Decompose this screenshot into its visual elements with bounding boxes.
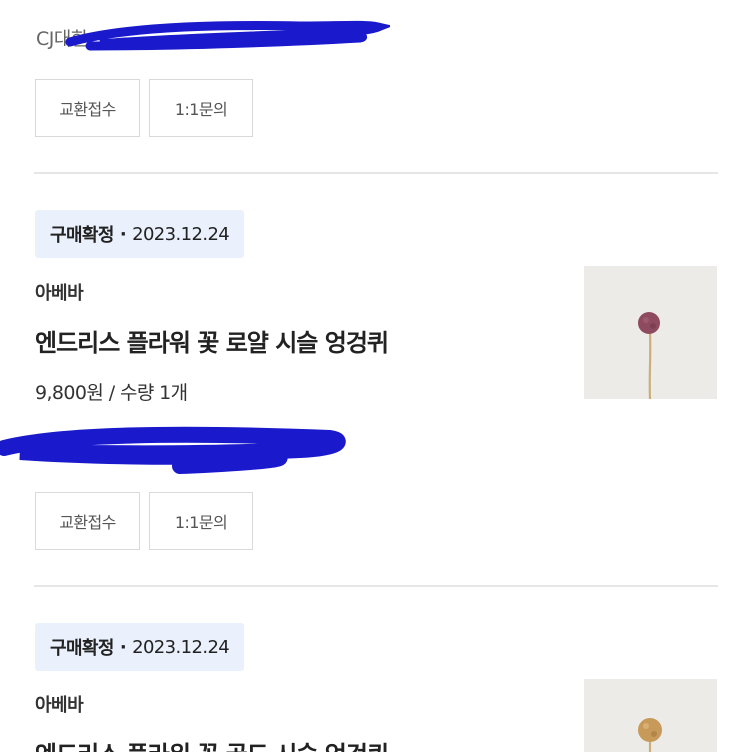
separator: · xyxy=(119,223,127,245)
thistle-flower-image xyxy=(584,679,717,752)
order-status-badge: 구매확정 · 2023.12.24 xyxy=(35,210,245,258)
redaction-scribble xyxy=(0,426,346,474)
product-thumbnail[interactable] xyxy=(584,679,717,752)
order-status-badge: 구매확정 · 2023.12.24 xyxy=(35,623,245,671)
exchange-button[interactable]: 교환접수 xyxy=(35,79,140,137)
price-quantity: 9,800원 / 수량 1개 xyxy=(35,382,188,404)
separator: · xyxy=(119,636,127,658)
section-divider xyxy=(34,585,718,587)
redaction-scribble xyxy=(65,20,390,51)
inquiry-button[interactable]: 1:1문의 xyxy=(149,79,253,137)
section-divider xyxy=(34,172,718,174)
product-name[interactable]: 엔드리스 플라워 꽃 골드 시슬 엉겅퀴 xyxy=(35,735,389,752)
order-date: 2023.12.24 xyxy=(132,223,230,245)
product-name[interactable]: 엔드리스 플라워 꽃 로얄 시슬 엉겅퀴 xyxy=(35,323,389,358)
exchange-button[interactable]: 교환접수 xyxy=(35,492,140,550)
status-label: 구매확정 xyxy=(50,638,114,659)
inquiry-button[interactable]: 1:1문의 xyxy=(149,492,253,550)
order-date: 2023.12.24 xyxy=(132,636,230,658)
seller-name[interactable]: 아베바 xyxy=(35,279,84,305)
product-thumbnail[interactable] xyxy=(584,266,717,399)
status-label: 구매확정 xyxy=(50,225,114,246)
seller-name[interactable]: 아베바 xyxy=(35,691,84,717)
thistle-flower-image xyxy=(584,266,717,399)
